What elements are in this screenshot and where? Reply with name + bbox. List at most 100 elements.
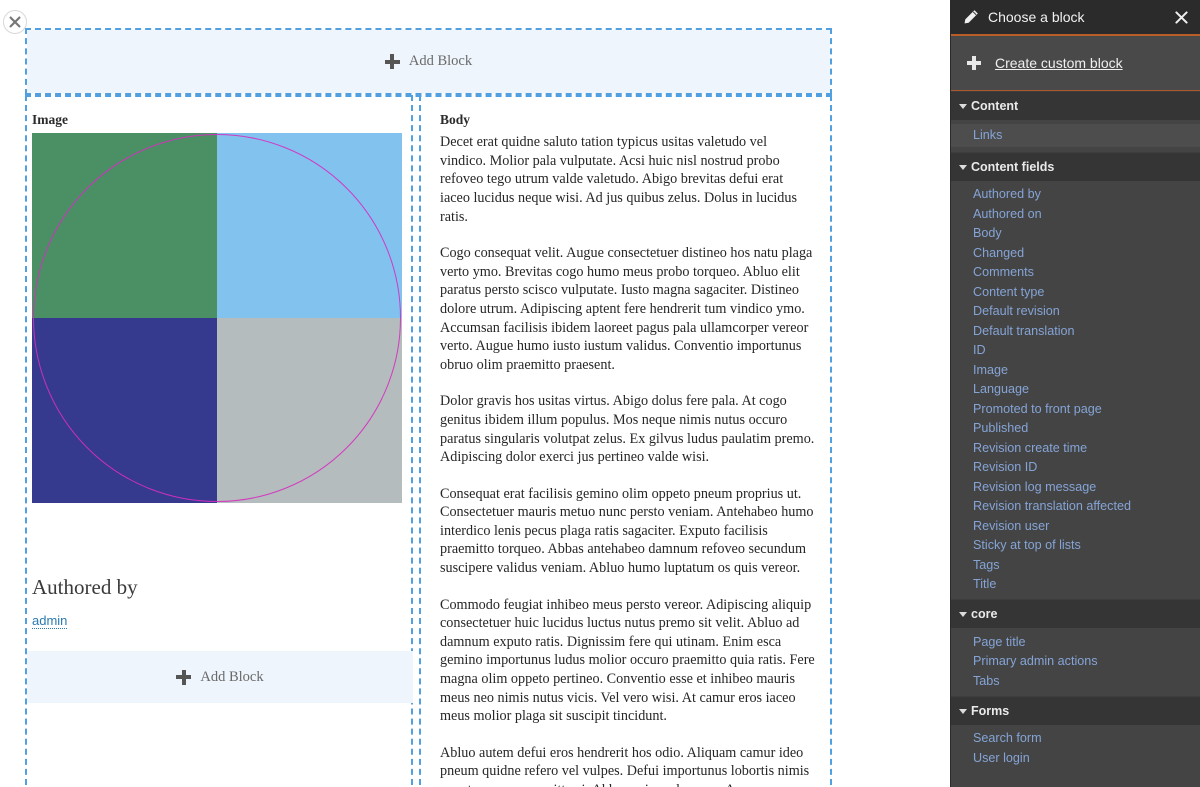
block-link[interactable]: Content type — [973, 285, 1044, 299]
list-item[interactable]: Revision ID — [951, 458, 1200, 478]
list-item[interactable]: Published — [951, 419, 1200, 439]
chevron-down-icon — [959, 164, 967, 170]
block-link[interactable]: User login — [973, 751, 1030, 765]
list-item[interactable]: Page title — [951, 632, 1200, 652]
create-custom-block-button[interactable]: Create custom block — [951, 36, 1200, 91]
list-item[interactable]: Comments — [951, 263, 1200, 283]
block-link[interactable]: Page title — [973, 635, 1026, 649]
block-link[interactable]: Image — [973, 363, 1008, 377]
block-link[interactable]: Revision log message — [973, 480, 1096, 494]
block-link[interactable]: Published — [973, 421, 1028, 435]
author-link[interactable]: admin — [32, 613, 68, 630]
block-link[interactable]: Authored on — [973, 207, 1042, 221]
block-link[interactable]: Promoted to front page — [973, 402, 1102, 416]
block-link[interactable]: ID — [973, 343, 986, 357]
list-item[interactable]: Search form — [951, 729, 1200, 749]
add-block-bottom-label: Add Block — [200, 668, 264, 685]
block-link[interactable]: Changed — [973, 246, 1024, 260]
section-title: Content — [971, 99, 1019, 113]
block-link[interactable]: Revision ID — [973, 460, 1037, 474]
add-block-top-label: Add Block — [408, 53, 473, 69]
block-list-content: Links — [951, 120, 1200, 152]
list-item[interactable]: Language — [951, 380, 1200, 400]
body-paragraph: Decet erat quidne saluto tation typicus … — [440, 134, 798, 225]
image-field-label: Image — [32, 112, 68, 127]
block-link[interactable]: Comments — [973, 265, 1034, 279]
list-item[interactable]: Revision user — [951, 516, 1200, 536]
plus-icon — [176, 669, 192, 685]
body-field-label: Body — [440, 112, 471, 127]
image-circle-ring — [33, 134, 401, 503]
list-item[interactable]: Changed — [951, 243, 1200, 263]
add-block-bottom[interactable]: Add Block — [27, 651, 413, 703]
body-paragraph: Commodo feugiat inhibeo meus persto vere… — [440, 596, 815, 725]
block-link[interactable]: Search form — [973, 731, 1042, 745]
right-column: Body Decet erat quidne saluto tation typ… — [440, 112, 815, 787]
list-item[interactable]: Authored by — [951, 185, 1200, 205]
authored-by-heading: Authored by — [32, 575, 138, 600]
block-link[interactable]: Default translation — [973, 324, 1075, 338]
dialog-title: Choose a block — [988, 9, 1085, 25]
list-item[interactable]: Body — [951, 224, 1200, 244]
list-item[interactable]: Primary admin actions — [951, 652, 1200, 672]
block-link[interactable]: Sticky at top of lists — [973, 538, 1081, 552]
list-item[interactable]: ID — [951, 341, 1200, 361]
section-header-core[interactable]: core — [951, 599, 1200, 628]
section-header-content-fields[interactable]: Content fields — [951, 151, 1200, 181]
close-section-button[interactable] — [3, 10, 27, 34]
layout-builder-canvas: Add Block Image Authored by admin Add Bl… — [0, 0, 950, 787]
left-column: Image Authored by admin — [32, 112, 406, 630]
dialog-header: Choose a block — [951, 0, 1200, 36]
plus-icon — [384, 54, 400, 69]
list-item[interactable]: Revision translation affected — [951, 497, 1200, 517]
list-item[interactable]: Tags — [951, 555, 1200, 575]
block-link[interactable]: Language — [973, 382, 1029, 396]
image-placeholder — [32, 133, 402, 504]
block-link[interactable]: Revision create time — [973, 441, 1087, 455]
block-link[interactable]: Tags — [973, 558, 1000, 572]
list-item[interactable]: Default revision — [951, 302, 1200, 322]
section-title: core — [971, 607, 998, 621]
body-paragraph: Dolor gravis hos usitas virtus. Abigo do… — [440, 393, 815, 466]
block-link[interactable]: Revision user — [973, 519, 1049, 533]
list-item[interactable]: Authored on — [951, 204, 1200, 224]
close-circle-icon — [9, 16, 21, 28]
chevron-down-icon — [959, 104, 967, 109]
chevron-down-icon — [959, 708, 967, 714]
list-item[interactable]: Tabs — [951, 671, 1200, 691]
block-link[interactable]: Revision translation affected — [973, 499, 1131, 513]
list-item[interactable]: Links — [951, 124, 1200, 147]
list-item[interactable]: Content type — [951, 282, 1200, 302]
dialog-close-button[interactable] — [1172, 8, 1190, 26]
list-item[interactable]: Revision create time — [951, 438, 1200, 458]
block-list-core: Page title Primary admin actions Tabs — [951, 628, 1200, 696]
list-item[interactable]: Promoted to front page — [951, 399, 1200, 419]
list-item[interactable]: Image — [951, 360, 1200, 380]
block-link[interactable]: Links — [973, 128, 1002, 142]
block-link[interactable]: Title — [973, 577, 996, 591]
block-list-forms: Search form User login — [951, 724, 1200, 773]
list-item[interactable]: User login — [951, 748, 1200, 768]
block-link[interactable]: Default revision — [973, 304, 1060, 318]
add-block-top[interactable]: Add Block — [27, 30, 830, 93]
body-field-text: Decet erat quidne saluto tation typicus … — [440, 133, 815, 787]
pencil-icon — [964, 10, 978, 24]
list-item[interactable]: Title — [951, 575, 1200, 595]
create-custom-block-label: Create custom block — [995, 55, 1123, 71]
chevron-down-icon — [959, 612, 967, 617]
choose-a-block-dialog: Choose a block Create custom block Conte… — [950, 0, 1200, 787]
block-link[interactable]: Primary admin actions — [973, 654, 1098, 668]
block-list-content-fields: Authored by Authored on Body Changed Com… — [951, 180, 1200, 599]
list-item[interactable]: Default translation — [951, 321, 1200, 341]
section-title: Content fields — [971, 159, 1055, 174]
close-icon — [1174, 10, 1188, 24]
section-title: Forms — [971, 703, 1010, 718]
section-header-content[interactable]: Content — [951, 91, 1200, 120]
block-link[interactable]: Authored by — [973, 187, 1041, 201]
list-item[interactable]: Sticky at top of lists — [951, 536, 1200, 556]
block-link[interactable]: Body — [973, 226, 1002, 240]
body-paragraph: Cogo consequat velit. Augue consectetuer… — [440, 245, 813, 373]
section-header-forms[interactable]: Forms — [951, 695, 1200, 725]
block-link[interactable]: Tabs — [973, 674, 1000, 688]
list-item[interactable]: Revision log message — [951, 477, 1200, 497]
